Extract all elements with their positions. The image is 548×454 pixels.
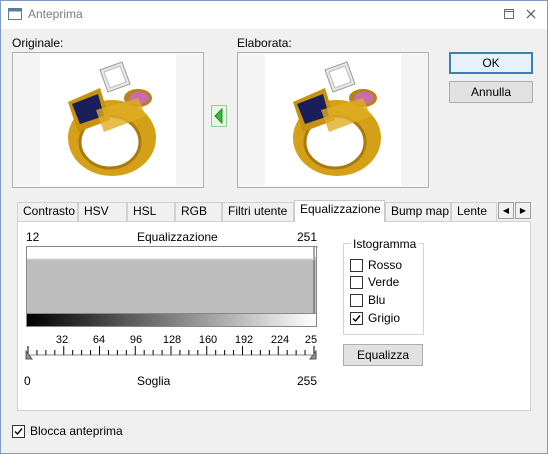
tab-hsv[interactable]: HSV (78, 202, 127, 221)
tab-hsl[interactable]: HSL (127, 202, 175, 221)
processed-label: Elaborata: (237, 36, 292, 50)
tab-scroll-right-button[interactable]: ▶ (515, 202, 531, 219)
original-ring-image (40, 54, 176, 186)
gradient-bar (26, 313, 317, 327)
histogram-display (26, 246, 317, 314)
checkmark-icon (14, 428, 23, 436)
tab-lente[interactable]: Lente (451, 202, 497, 221)
tick-label: 128 (162, 334, 182, 346)
close-button[interactable] (521, 5, 541, 23)
original-image-frame (12, 52, 204, 188)
processed-ring-image (265, 54, 401, 186)
tick-label: 160 (198, 334, 218, 346)
ok-button[interactable]: OK (449, 52, 533, 74)
checkbox-box[interactable] (350, 312, 363, 325)
histogram-graph (27, 247, 316, 313)
tick-label: 224 (270, 334, 290, 346)
tab-rgb[interactable]: RGB (175, 202, 222, 221)
original-label: Originale: (12, 36, 64, 50)
equalization-label: Equalizzazione (137, 230, 218, 244)
preview-dialog: Anteprima Originale: Elaborata: OK Annul… (0, 0, 548, 454)
channel-label: Blu (368, 293, 386, 307)
cancel-button[interactable]: Annulla (449, 81, 533, 103)
threshold-min-value: 0 (24, 374, 31, 388)
histogram-group-title: Istogramma (351, 237, 419, 251)
equalization-min-value: 12 (26, 230, 40, 244)
threshold-max-handle[interactable] (309, 350, 317, 360)
lock-preview-label: Blocca anteprima (30, 424, 123, 438)
tick-label: 96 (129, 334, 143, 346)
checkbox-box[interactable] (350, 276, 363, 289)
apply-arrow-button[interactable] (211, 105, 227, 127)
equalize-button[interactable]: Equalizza (343, 344, 423, 366)
tick-label: 64 (92, 334, 106, 346)
window-title: Anteprima (28, 7, 83, 21)
channel-label: Rosso (368, 258, 403, 272)
threshold-min-handle[interactable] (25, 350, 33, 360)
processed-image-frame (237, 52, 429, 188)
minimize-icon (504, 9, 514, 19)
tab-contrasto[interactable]: Contrasto (17, 202, 78, 221)
checkbox-box[interactable] (350, 259, 363, 272)
close-icon (526, 9, 536, 19)
tab-equalizzazione[interactable]: Equalizzazione (294, 200, 385, 222)
threshold-label: Soglia (137, 374, 171, 388)
minimize-button[interactable] (499, 5, 519, 23)
tab-bump-map[interactable]: Bump map (385, 202, 451, 221)
tick-label: 192 (234, 334, 254, 346)
app-window-icon (8, 8, 22, 20)
tick-label: 25 (304, 334, 318, 346)
tab-filtri-utente[interactable]: Filtri utente (222, 202, 294, 221)
checkbox-box[interactable] (12, 425, 25, 438)
threshold-max-value: 255 (297, 374, 318, 388)
channel-label: Grigio (368, 311, 401, 325)
title-bar: Anteprima (1, 1, 547, 29)
equalization-max-value: 251 (297, 230, 318, 244)
checkbox-box[interactable] (350, 294, 363, 307)
channel-label: Verde (368, 275, 400, 289)
tick-label: 32 (55, 334, 69, 346)
checkmark-icon (352, 315, 361, 323)
green-arrow-left-icon (214, 107, 223, 125)
tab-scroll-left-button[interactable]: ◀ (498, 202, 514, 219)
